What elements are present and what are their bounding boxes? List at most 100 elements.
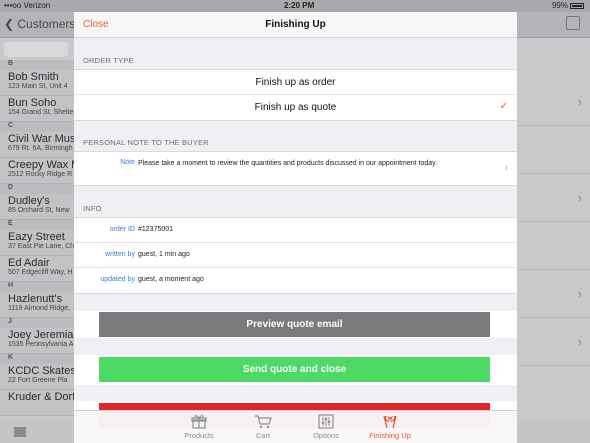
background-detail-rows: › › › › <box>518 78 590 398</box>
clock: 2:20 PM <box>284 1 315 10</box>
customer-list-item: Civil War Mus 679 Rt. 6A, Birmingh <box>0 132 74 158</box>
info-value: #12375001 <box>138 226 174 233</box>
chevron-right-icon: › <box>504 162 508 174</box>
send-button-row: Send quote and close <box>74 355 517 385</box>
tab-bar: Products Cart Options Finishing Up <box>74 410 517 443</box>
battery-percent: 99% <box>551 1 568 10</box>
chevron-right-icon: › <box>577 286 582 301</box>
customer-list-item: Bob Smith 123 Main St, Unit 4 <box>0 70 74 96</box>
order-type-group: Finish up as order Finish up as quote ✓ <box>74 69 517 121</box>
customer-list-item: Ed Adair 507 Edgecliff Way, H <box>0 256 74 282</box>
customer-list-item: Kruder & Dorf <box>0 390 74 416</box>
battery-icon <box>570 3 584 9</box>
cart-icon <box>255 415 272 429</box>
battery-indicator: 99% <box>552 1 584 10</box>
chevron-right-icon: › <box>577 94 582 109</box>
customer-address: 1535 Pennsylvania A <box>8 341 74 348</box>
carrier-label: •••oo Verizon <box>4 1 51 10</box>
customer-name: Ed Adair <box>8 257 50 269</box>
info-label: updated by <box>100 276 135 283</box>
background-row: › <box>518 318 590 366</box>
tab-options[interactable]: Options <box>296 411 356 443</box>
background-row <box>518 126 590 174</box>
customer-list-item: Bun Soho 154 Grand St, Shelte <box>0 96 74 122</box>
info-row-order-id: order ID #12375001 <box>74 218 517 243</box>
customer-name: Creepy Wax M <box>8 159 74 171</box>
modal-nav-bar: Close Finishing Up <box>74 12 517 38</box>
note-group: Note Please take a moment to review the … <box>74 151 517 186</box>
chevron-right-icon: › <box>577 190 582 205</box>
tab-label: Products <box>184 431 214 440</box>
info-label: written by <box>105 251 135 258</box>
tab-label: Cart <box>255 431 271 440</box>
customer-name: KCDC Skatesh <box>8 365 74 377</box>
customer-address: 37 East Pie Lane, Ch <box>8 243 74 250</box>
section-letter: B <box>0 60 74 70</box>
customer-name: Bun Soho <box>8 97 57 109</box>
info-label: order ID <box>109 226 135 233</box>
customer-name: Kruder & Dorf <box>8 391 74 403</box>
customer-name: Hazlenutt's <box>8 293 63 305</box>
preview-quote-email-button[interactable]: Preview quote email <box>99 312 490 337</box>
note-label: Note <box>120 159 135 166</box>
info-value: guest, a moment ago <box>138 276 204 283</box>
background-row: › <box>518 78 590 126</box>
customer-address: 154 Grand St, Shelte <box>8 109 74 116</box>
section-letter: K <box>0 354 74 364</box>
tab-products[interactable]: Products <box>169 411 229 443</box>
customer-address: 507 Edgecliff Way, H <box>8 269 73 276</box>
customer-name: Bob Smith <box>8 71 59 83</box>
info-row-written-by: written by guest, 1 min ago <box>74 243 517 268</box>
customer-address: 22 Fort Greene Pla <box>8 377 68 384</box>
sliders-icon <box>318 414 334 429</box>
tab-finishing-up[interactable]: Finishing Up <box>358 411 422 443</box>
section-letter: D <box>0 184 74 194</box>
customer-list-item: Joey Jeremiah 1535 Pennsylvania A <box>0 328 74 354</box>
finishing-up-modal: Close Finishing Up ORDER TYPE Finish up … <box>74 12 517 443</box>
info-header: INFO <box>83 204 102 213</box>
customer-list-item: Creepy Wax M 2512 Rocky Ridge R <box>0 158 74 184</box>
customer-name: Civil War Mus <box>8 133 74 145</box>
compose-icon <box>566 16 580 30</box>
customer-list-item: Eazy Street 37 East Pie Lane, Ch <box>0 230 74 256</box>
section-letter: J <box>0 318 74 328</box>
note-text: Please take a moment to review the quant… <box>138 160 438 167</box>
background-search-field <box>4 42 68 57</box>
tab-label: Options <box>313 431 339 440</box>
customer-address: 85 Orchard St, New <box>8 207 70 214</box>
checkered-flags-icon <box>383 415 397 429</box>
section-letter: E <box>0 220 74 230</box>
info-value: guest, 1 min ago <box>138 251 190 258</box>
info-row-updated-by: updated by guest, a moment ago <box>74 268 517 293</box>
customer-address: 2512 Rocky Ridge R <box>8 171 73 178</box>
note-row[interactable]: Note Please take a moment to review the … <box>74 152 517 185</box>
background-row: › <box>518 270 590 318</box>
info-group: order ID #12375001 written by guest, 1 m… <box>74 217 517 294</box>
modal-title: Finishing Up <box>265 19 326 30</box>
background-row: › <box>518 174 590 222</box>
gift-icon <box>191 415 207 429</box>
note-header: PERSONAL NOTE TO THE BUYER <box>83 138 209 147</box>
order-option-label: Finish up as order <box>255 77 336 88</box>
order-option-quote[interactable]: Finish up as quote ✓ <box>74 95 517 120</box>
customer-address: 123 Main St, Unit 4 <box>8 83 68 90</box>
customer-list-item: Hazlenutt's 1119 Almond Ridge, <box>0 292 74 318</box>
customer-address: 1119 Almond Ridge, <box>8 305 71 312</box>
customer-address: 679 Rt. 6A, Birmingh <box>8 145 73 152</box>
customer-name: Dudley's <box>8 195 50 207</box>
tab-label: Finishing Up <box>369 431 411 440</box>
customer-name: Joey Jeremiah <box>8 329 74 341</box>
order-option-order[interactable]: Finish up as order <box>74 70 517 95</box>
tab-cart[interactable]: Cart <box>233 411 293 443</box>
home-icon <box>14 427 26 437</box>
section-letter: C <box>0 122 74 132</box>
background-row <box>518 222 590 270</box>
section-letter: H <box>0 282 74 292</box>
background-customer-list: B Bob Smith 123 Main St, Unit 4 Bun Soho 154… <box>0 60 74 416</box>
customer-list-item: KCDC Skatesh22 Fort Greene Pla <box>0 364 74 390</box>
preview-button-row: Preview quote email <box>74 311 517 338</box>
customer-list-item: Dudley's 85 Orchard St, New <box>0 194 74 220</box>
chevron-right-icon: › <box>577 334 582 349</box>
customer-name: Eazy Street <box>8 231 65 243</box>
send-quote-and-close-button[interactable]: Send quote and close <box>99 357 490 382</box>
